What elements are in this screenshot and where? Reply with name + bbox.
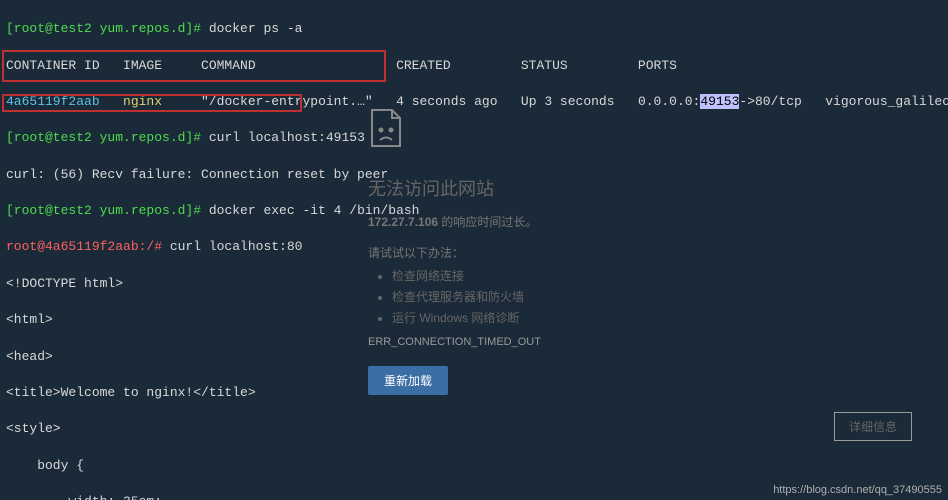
- container-prompt: root@4a65119f2aab:/#: [6, 239, 170, 254]
- output-line: body {: [6, 457, 942, 475]
- output-line: <style>: [6, 420, 942, 438]
- ports-suffix: ->80/tcp: [739, 94, 801, 109]
- shell-prompt: [root@test2 yum.repos.d]#: [6, 130, 209, 145]
- shell-prompt: [root@test2 yum.repos.d]#: [6, 21, 209, 36]
- command-text: curl localhost:49153: [209, 130, 365, 145]
- container-name: vigorous_galileo: [802, 94, 948, 109]
- shell-prompt: [root@test2 yum.repos.d]#: [6, 203, 209, 218]
- output-line: <html>: [6, 311, 942, 329]
- curl-error: curl: (56) Recv failure: Connection rese…: [6, 166, 942, 184]
- command-text: curl localhost:80: [170, 239, 303, 254]
- port-highlighted: 49153: [700, 94, 739, 109]
- container-status: Up 3 seconds: [521, 94, 638, 109]
- command-text: docker ps -a: [209, 21, 303, 36]
- output-line: <title>Welcome to nginx!</title>: [6, 384, 942, 402]
- output-line: <!DOCTYPE html>: [6, 275, 942, 293]
- container-command: "/docker-entrypoint.…": [201, 94, 396, 109]
- container-id: 4a65119f2aab: [6, 94, 123, 109]
- container-created: 4 seconds ago: [396, 94, 521, 109]
- command-text: docker exec -it 4 /bin/bash: [209, 203, 420, 218]
- image-name: nginx: [123, 94, 201, 109]
- ports-prefix: 0.0.0.0:: [638, 94, 700, 109]
- output-line: <head>: [6, 348, 942, 366]
- terminal-output: [root@test2 yum.repos.d]# docker ps -a C…: [0, 0, 948, 500]
- watermark-text: https://blog.csdn.net/qq_37490555: [773, 484, 942, 496]
- docker-ps-header: CONTAINER ID IMAGE COMMAND CREATED STATU…: [6, 57, 942, 75]
